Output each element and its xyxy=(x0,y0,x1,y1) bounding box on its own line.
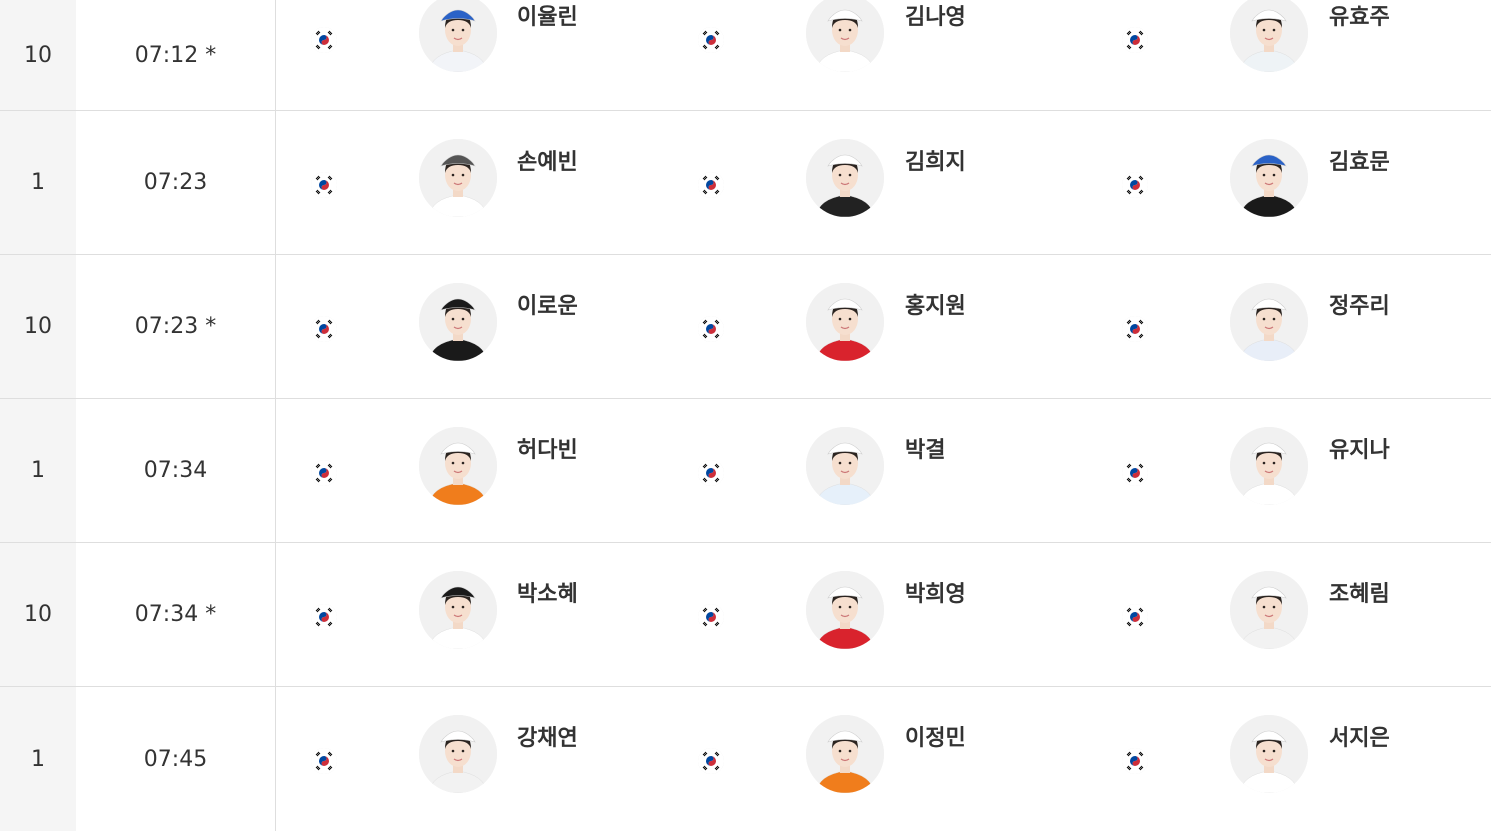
korea-flag-icon xyxy=(1122,748,1148,774)
player-avatar[interactable] xyxy=(806,283,884,361)
korea-flag-icon xyxy=(311,172,337,198)
player-name-link[interactable]: 유효주 xyxy=(1329,0,1390,31)
korea-flag-icon xyxy=(1122,604,1148,630)
player-name-link[interactable]: 박희영 xyxy=(905,576,966,608)
player-name-link[interactable]: 서지은 xyxy=(1329,720,1390,752)
players-group: 이율린 김나영 유효주 xyxy=(0,0,1491,95)
player-avatar[interactable] xyxy=(419,0,497,72)
player-name-link[interactable]: 허다빈 xyxy=(517,432,578,464)
player-name-link[interactable]: 강채연 xyxy=(517,720,578,752)
players-group: 이로운 홍지원 정주리 xyxy=(0,283,1491,384)
player-avatar[interactable] xyxy=(806,139,884,217)
player-avatar[interactable] xyxy=(1230,427,1308,505)
player-avatar[interactable] xyxy=(419,715,497,793)
player-name-link[interactable]: 유지나 xyxy=(1329,432,1390,464)
korea-flag-icon xyxy=(1122,460,1148,486)
korea-flag-icon xyxy=(698,460,724,486)
player-name-link[interactable]: 손예빈 xyxy=(517,144,578,176)
player-name-link[interactable]: 김희지 xyxy=(905,144,966,176)
player-avatar[interactable] xyxy=(806,715,884,793)
korea-flag-icon xyxy=(311,27,337,53)
player-avatar[interactable] xyxy=(1230,571,1308,649)
player-avatar[interactable] xyxy=(1230,715,1308,793)
player-name-link[interactable]: 이로운 xyxy=(517,288,578,320)
player-avatar[interactable] xyxy=(806,0,884,72)
player-name-link[interactable]: 홍지원 xyxy=(905,288,966,320)
player-avatar[interactable] xyxy=(419,139,497,217)
players-group: 박소혜 박희영 조혜림 xyxy=(0,571,1491,672)
player-avatar[interactable] xyxy=(806,571,884,649)
korea-flag-icon xyxy=(698,316,724,342)
player-avatar[interactable] xyxy=(1230,0,1308,72)
player-name-link[interactable]: 정주리 xyxy=(1329,288,1390,320)
korea-flag-icon xyxy=(1122,316,1148,342)
korea-flag-icon xyxy=(1122,172,1148,198)
korea-flag-icon xyxy=(311,316,337,342)
players-group: 허다빈 박결 유지나 xyxy=(0,427,1491,528)
table-row: 10 07:12 * 이율린 김나영 유효주 xyxy=(0,0,1491,111)
table-row: 10 07:34 * 박소혜 박희영 조혜림 xyxy=(0,543,1491,687)
players-group: 강채연 이정민 서지은 xyxy=(0,715,1491,816)
player-avatar[interactable] xyxy=(1230,139,1308,217)
player-name-link[interactable]: 김효문 xyxy=(1329,144,1390,176)
table-row: 1 07:23 손예빈 김희지 김효문 xyxy=(0,111,1491,255)
korea-flag-icon xyxy=(311,460,337,486)
player-avatar[interactable] xyxy=(806,427,884,505)
player-name-link[interactable]: 박소혜 xyxy=(517,576,578,608)
player-name-link[interactable]: 박결 xyxy=(905,432,945,464)
korea-flag-icon xyxy=(698,748,724,774)
korea-flag-icon xyxy=(311,748,337,774)
player-name-link[interactable]: 이정민 xyxy=(905,720,966,752)
player-name-link[interactable]: 이율린 xyxy=(517,0,578,31)
korea-flag-icon xyxy=(311,604,337,630)
player-avatar[interactable] xyxy=(419,571,497,649)
player-avatar[interactable] xyxy=(419,283,497,361)
korea-flag-icon xyxy=(698,604,724,630)
tee-times-table: 10 07:12 * 이율린 김나영 유효주 1 07:23 손예빈 김희지 김효문 10 07:23… xyxy=(0,0,1491,831)
korea-flag-icon xyxy=(698,172,724,198)
korea-flag-icon xyxy=(1122,27,1148,53)
table-row: 1 07:45 강채연 이정민 서지은 xyxy=(0,687,1491,831)
player-name-link[interactable]: 김나영 xyxy=(905,0,966,31)
table-row: 1 07:34 허다빈 박결 유지나 xyxy=(0,399,1491,543)
players-group: 손예빈 김희지 김효문 xyxy=(0,139,1491,240)
player-avatar[interactable] xyxy=(1230,283,1308,361)
table-row: 10 07:23 * 이로운 홍지원 정주리 xyxy=(0,255,1491,399)
player-name-link[interactable]: 조혜림 xyxy=(1329,576,1390,608)
player-avatar[interactable] xyxy=(419,427,497,505)
korea-flag-icon xyxy=(698,27,724,53)
